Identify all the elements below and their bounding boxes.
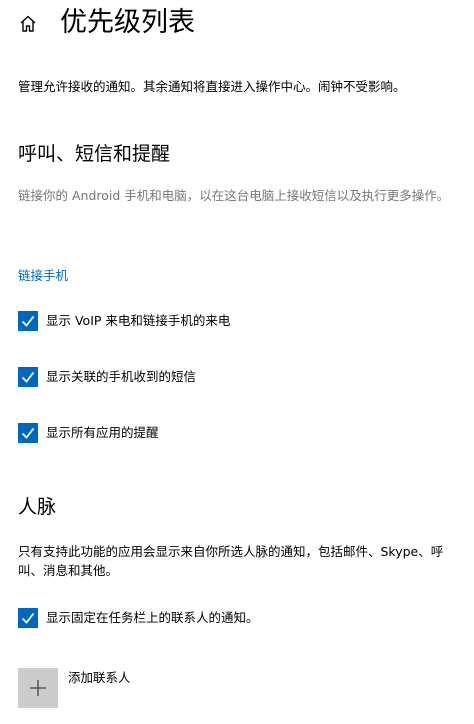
- reminders-label: 显示所有应用的提醒: [46, 425, 159, 440]
- people-section-description: 只有支持此功能的应用会显示来自你所选人脉的通知，包括邮件、Skype、呼叫、消息…: [18, 544, 444, 578]
- link-phone-link[interactable]: 链接手机: [18, 267, 68, 285]
- texts-checkbox-row[interactable]: 显示关联的手机收到的短信: [18, 366, 196, 388]
- checkmark-icon: [21, 612, 35, 624]
- reminders-checkbox[interactable]: [18, 423, 38, 443]
- calls-section-title: 呼叫、短信和提醒: [18, 143, 171, 165]
- texts-label: 显示关联的手机收到的短信: [46, 369, 197, 384]
- intro-text: 管理允许接收的通知。其余通知将直接进入操作中心。闹钟不受影响。: [18, 79, 406, 94]
- plus-icon: [30, 680, 46, 696]
- home-icon: [20, 15, 36, 32]
- checkmark-icon: [21, 315, 35, 327]
- reminders-checkbox-row[interactable]: 显示所有应用的提醒: [18, 422, 159, 444]
- checkmark-icon: [21, 427, 35, 439]
- voip-calls-checkbox[interactable]: [18, 311, 38, 331]
- home-button[interactable]: [14, 10, 42, 38]
- texts-checkbox[interactable]: [18, 367, 38, 387]
- pinned-contacts-checkbox-row[interactable]: 显示固定在任务栏上的联系人的通知。: [18, 607, 259, 629]
- pinned-contacts-checkbox[interactable]: [18, 608, 38, 628]
- add-contact-label: 添加联系人: [68, 670, 131, 685]
- calls-section-description: 链接你的 Android 手机和电脑，以在这台电脑上接收短信以及执行更多操作。: [18, 188, 450, 203]
- add-contact-button[interactable]: 添加联系人: [18, 668, 131, 710]
- people-section-title: 人脉: [18, 496, 57, 518]
- voip-calls-label: 显示 VoIP 来电和链接手机的来电: [46, 313, 231, 328]
- checkmark-icon: [21, 371, 35, 383]
- voip-calls-checkbox-row[interactable]: 显示 VoIP 来电和链接手机的来电: [18, 310, 230, 332]
- page-header: 优先级列表: [0, 0, 474, 50]
- add-contact-tile[interactable]: [18, 668, 58, 708]
- pinned-contacts-label: 显示固定在任务栏上的联系人的通知。: [46, 610, 259, 625]
- page-title: 优先级列表: [60, 7, 195, 38]
